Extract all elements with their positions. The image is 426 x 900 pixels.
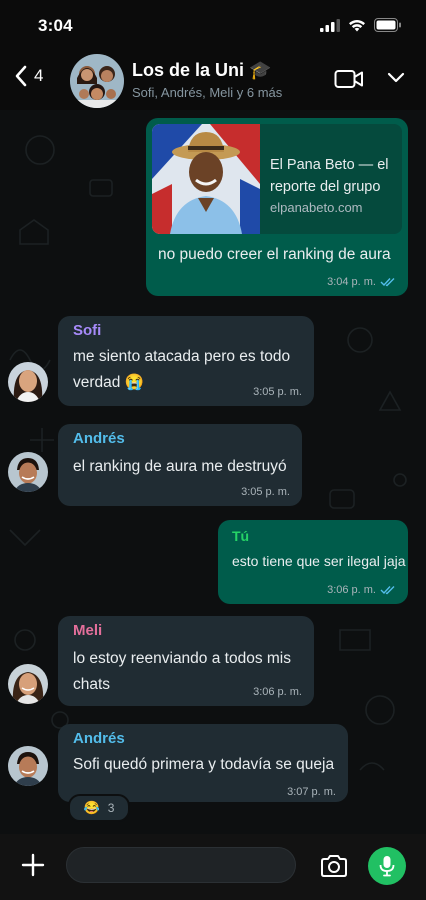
- message-text-line: me siento atacada pero es todo: [73, 348, 291, 365]
- avatar-image: [8, 362, 48, 402]
- group-title[interactable]: Los de la Uni 🎓: [132, 60, 271, 81]
- message-time: 3:05 p. m.: [241, 486, 290, 498]
- message-meta: 3:05 p. m.: [241, 486, 290, 498]
- message-bubble-outgoing[interactable]: El Pana Beto — el reporte del grupo elpa…: [146, 118, 408, 296]
- double-check-icon: [380, 586, 395, 595]
- double-check-icon: [380, 278, 395, 287]
- message-text: esto tiene que ser ilegal jaja: [232, 553, 406, 569]
- avatar-andres[interactable]: [8, 452, 48, 492]
- status-time: 3:04: [38, 16, 73, 35]
- message-time: 3:07 p. m.: [287, 786, 336, 798]
- link-title: El Pana Beto — el reporte del grupo: [270, 157, 389, 195]
- message-meta: 3:05 p. m.: [253, 386, 302, 398]
- sender-name: Meli: [73, 622, 103, 639]
- sender-name: Tú: [232, 528, 250, 544]
- avatar-image: [8, 746, 48, 786]
- voice-message-button[interactable]: [368, 847, 406, 885]
- message-time: 3:05 p. m.: [253, 386, 302, 398]
- message-time: 3:06 p. m.: [253, 686, 302, 698]
- message-bubble-incoming[interactable]: Sofi me siento atacada pero es todo verd…: [58, 316, 314, 406]
- message-text: no puedo creer el ranking de aura: [158, 246, 391, 263]
- message-text: Sofi quedó primera y todavía se queja: [73, 756, 335, 773]
- message-bubble-outgoing[interactable]: Tú esto tiene que ser ilegal jaja 3:06 p…: [218, 520, 408, 604]
- chat-area[interactable]: El Pana Beto — el reporte del grupo elpa…: [0, 110, 426, 834]
- message-meta: 3:06 p. m.: [327, 584, 396, 596]
- chevron-down-icon: [387, 72, 405, 83]
- message-text-line: verdad 😭: [73, 374, 144, 391]
- status-bar: 3:04: [0, 0, 426, 50]
- composer-bar: [0, 834, 426, 900]
- avatar-meli[interactable]: [8, 664, 48, 704]
- plus-icon: [21, 853, 45, 877]
- message-meta: 3:07 p. m.: [287, 786, 336, 798]
- back-button[interactable]: 4: [14, 64, 43, 88]
- message-input[interactable]: [66, 847, 296, 883]
- camera-button[interactable]: [320, 854, 348, 883]
- message-text-line: chats: [73, 676, 111, 693]
- microphone-icon: [379, 856, 395, 877]
- avatar-andres[interactable]: [8, 746, 48, 786]
- video-camera-icon: [334, 70, 363, 88]
- wifi-icon: [349, 19, 365, 31]
- sender-name: Sofi: [73, 322, 102, 339]
- group-photo: [70, 54, 124, 108]
- sender-name: Andrés: [73, 730, 125, 747]
- message-text-line: lo estoy reenviando a todos mis: [73, 650, 291, 667]
- avatar-sofi[interactable]: [8, 362, 48, 402]
- avatar-image: [8, 664, 48, 704]
- chevron-left-icon: [15, 65, 27, 87]
- video-call-button[interactable]: [334, 68, 364, 95]
- link-preview-card[interactable]: El Pana Beto — el reporte del grupo elpa…: [152, 124, 402, 234]
- link-preview-image: [152, 124, 260, 234]
- avatar-image: [8, 452, 48, 492]
- message-meta: 3:06 p. m.: [253, 686, 302, 698]
- reaction-count: 3: [107, 801, 115, 815]
- message-time: 3:06 p. m.: [327, 584, 376, 596]
- unread-count: 4: [34, 66, 44, 85]
- camera-icon: [321, 855, 347, 877]
- sender-name: Andrés: [73, 430, 125, 447]
- laughing-emoji-icon: 😂: [83, 800, 100, 815]
- message-bubble-incoming[interactable]: Andrés Sofi quedó primera y todavía se q…: [58, 724, 348, 802]
- link-thumbnail: [152, 124, 260, 234]
- chat-header: 4 Los de la Uni 🎓 Sofi, Andrés, Meli y 6…: [0, 50, 426, 110]
- message-bubble-incoming[interactable]: Andrés el ranking de aura me destruyó 3:…: [58, 424, 302, 506]
- attach-button[interactable]: [20, 852, 46, 883]
- signal-icon: [320, 18, 340, 32]
- group-members[interactable]: Sofi, Andrés, Meli y 6 más: [132, 85, 282, 100]
- message-meta: 3:04 p. m.: [327, 276, 396, 288]
- message-text: el ranking de aura me destruyó: [73, 458, 287, 475]
- message-time: 3:04 p. m.: [327, 276, 376, 288]
- battery-icon: [374, 18, 401, 32]
- call-options-button[interactable]: [386, 70, 406, 89]
- message-bubble-incoming[interactable]: Meli lo estoy reenviando a todos mis cha…: [58, 616, 314, 706]
- link-domain: elpanabeto.com: [270, 200, 363, 215]
- reaction-badge[interactable]: 😂 3: [68, 794, 130, 822]
- status-icons: [320, 18, 402, 32]
- group-avatar[interactable]: [70, 54, 124, 108]
